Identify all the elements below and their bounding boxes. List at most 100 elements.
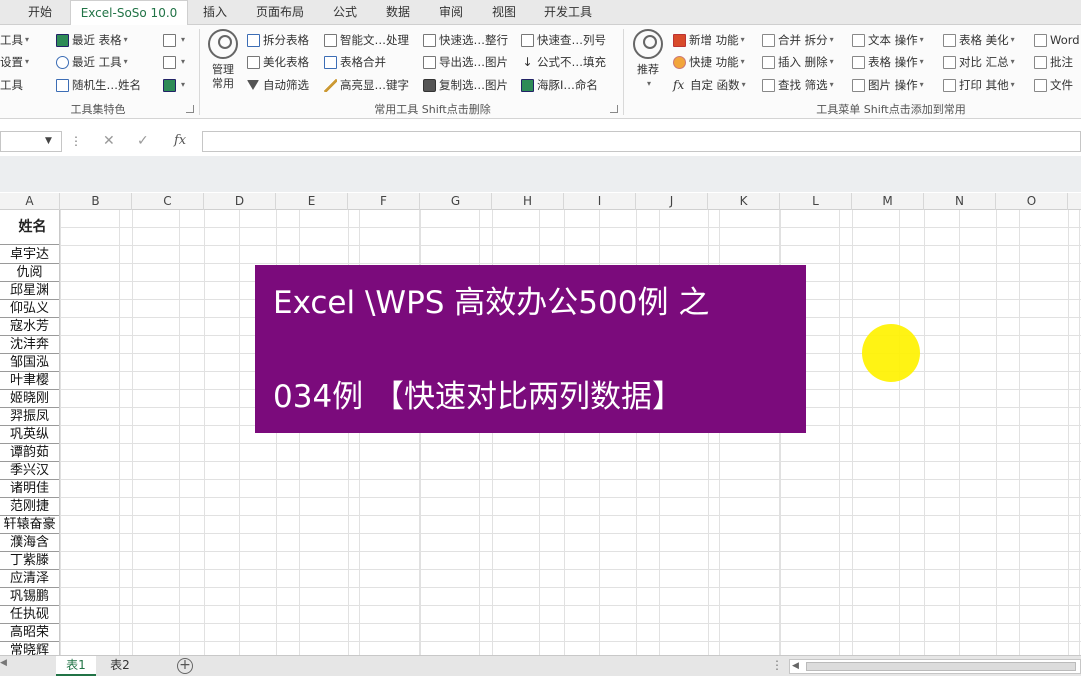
- ribbon-partial-3[interactable]: 工具: [0, 75, 23, 95]
- column-header[interactable]: L: [780, 193, 852, 210]
- horizontal-scrollbar[interactable]: ◀: [789, 659, 1081, 674]
- name-cell[interactable]: 应清泽: [0, 570, 59, 588]
- name-cell[interactable]: 沈沣奔: [0, 336, 59, 354]
- insert-function-icon[interactable]: fx: [174, 133, 186, 148]
- name-cell[interactable]: 仰弘义: [0, 300, 59, 318]
- more-icon[interactable]: ⋮: [70, 134, 82, 148]
- formula-input[interactable]: [202, 131, 1081, 152]
- column-header[interactable]: N: [924, 193, 996, 210]
- copy-image-button[interactable]: 复制选…图片: [423, 75, 508, 95]
- column-header[interactable]: I: [564, 193, 636, 210]
- column-header[interactable]: B: [60, 193, 132, 210]
- name-cell[interactable]: 常晓辉: [0, 642, 59, 655]
- column-header[interactable]: O: [996, 193, 1068, 210]
- name-cell[interactable]: 卓宇达: [0, 246, 59, 264]
- chevron-down-icon[interactable]: ▼: [45, 136, 52, 146]
- column-header[interactable]: F: [348, 193, 420, 210]
- tab-data[interactable]: 数据: [386, 0, 412, 25]
- column-header[interactable]: K: [708, 193, 780, 210]
- quick-select-row-button[interactable]: 快速选…整行: [423, 30, 508, 50]
- tab-formulas[interactable]: 公式: [333, 0, 359, 25]
- highlight-keyword-button[interactable]: 高亮显…键字: [324, 75, 409, 95]
- name-cell[interactable]: 巩英纵: [0, 426, 59, 444]
- recent-tools-button[interactable]: 最近 工具 ▾: [56, 52, 128, 72]
- ribbon-partial-1[interactable]: 工具 ▾: [0, 30, 29, 50]
- name-cell[interactable]: 姬晓刚: [0, 390, 59, 408]
- column-header[interactable]: H: [492, 193, 564, 210]
- name-cell[interactable]: 任执砚: [0, 606, 59, 624]
- quick-lookup-button[interactable]: 快速查…列号: [521, 30, 606, 50]
- group2-launcher-icon[interactable]: [610, 105, 618, 113]
- image-ops-button[interactable]: 图片 操作 ▾: [852, 75, 924, 95]
- name-cell[interactable]: 季兴汉: [0, 462, 59, 480]
- smart-text-button[interactable]: 智能文…处理: [324, 30, 409, 50]
- scroll-thumb[interactable]: [806, 662, 1076, 671]
- merge-split-button[interactable]: 合并 拆分 ▾: [762, 30, 834, 50]
- insert-delete-button[interactable]: 插入 删除 ▾: [762, 52, 834, 72]
- tab-excel-soso[interactable]: Excel-SoSo 10.0: [70, 0, 188, 26]
- print-other-button[interactable]: 打印 其他 ▾: [943, 75, 1015, 95]
- name-cell[interactable]: 濮海含: [0, 534, 59, 552]
- column-header[interactable]: E: [276, 193, 348, 210]
- tab-home[interactable]: 开始: [28, 0, 54, 25]
- name-cell[interactable]: 谭韵茹: [0, 444, 59, 462]
- name-cell[interactable]: 叶聿樱: [0, 372, 59, 390]
- name-box[interactable]: [0, 131, 62, 152]
- find-filter-button[interactable]: 查找 筛选 ▾: [762, 75, 834, 95]
- cancel-icon[interactable]: ✕: [103, 133, 115, 149]
- column-header[interactable]: J: [636, 193, 708, 210]
- name-cell[interactable]: 巩锡鹏: [0, 588, 59, 606]
- split-table-button[interactable]: 拆分表格: [247, 30, 309, 50]
- name-cell[interactable]: 邹国泓: [0, 354, 59, 372]
- name-header-cell[interactable]: 姓名: [0, 210, 59, 245]
- table-beautify-button[interactable]: 表格 美化 ▾: [943, 30, 1015, 50]
- sheet-nav-icon[interactable]: ◀: [0, 658, 10, 668]
- column-header[interactable]: C: [132, 193, 204, 210]
- tab-view[interactable]: 视图: [492, 0, 518, 25]
- name-cell[interactable]: 邱星渊: [0, 282, 59, 300]
- export-image-button[interactable]: 导出选…图片: [423, 52, 508, 72]
- ribbon-partial-2[interactable]: 设置 ▾: [0, 52, 29, 72]
- merge-table-button[interactable]: 表格合并: [324, 52, 386, 72]
- name-cell[interactable]: 丁紫滕: [0, 552, 59, 570]
- name-cell[interactable]: 范刚捷: [0, 498, 59, 516]
- tab-page-layout[interactable]: 页面布局: [256, 0, 306, 25]
- confirm-icon[interactable]: ✓: [137, 133, 149, 149]
- group1-extra-1[interactable]: ▾: [163, 30, 185, 50]
- sheet-tab-1[interactable]: 表1: [56, 656, 96, 676]
- more-icon[interactable]: ⋮: [771, 658, 783, 672]
- quick-feature-button[interactable]: 快捷 功能 ▾: [673, 52, 745, 72]
- manage-common-button[interactable]: 管理 常用: [205, 29, 241, 91]
- recent-table-button[interactable]: 最近 表格 ▾: [56, 30, 128, 50]
- table-ops-button[interactable]: 表格 操作 ▾: [852, 52, 924, 72]
- tab-insert[interactable]: 插入: [203, 0, 229, 25]
- group1-extra-3[interactable]: ▾: [163, 75, 185, 95]
- name-cell[interactable]: 高昭荣: [0, 624, 59, 642]
- file-button[interactable]: 文件: [1034, 75, 1073, 95]
- word-button[interactable]: Word: [1034, 30, 1080, 50]
- compare-summary-button[interactable]: 对比 汇总 ▾: [943, 52, 1015, 72]
- recommend-button[interactable]: 推荐 ▾: [630, 29, 666, 91]
- name-cell[interactable]: 仇阅: [0, 264, 59, 282]
- column-header[interactable]: D: [204, 193, 276, 210]
- formula-fill-button[interactable]: ↓ 公式不…填充: [521, 52, 606, 72]
- tab-review[interactable]: 审阅: [439, 0, 465, 25]
- sheet-tab-2[interactable]: 表2: [100, 656, 140, 676]
- name-cell[interactable]: 寇水芳: [0, 318, 59, 336]
- text-ops-button[interactable]: 文本 操作 ▾: [852, 30, 924, 50]
- random-name-button[interactable]: 随机生…姓名: [56, 75, 141, 95]
- custom-function-button[interactable]: fx 自定 函数 ▾: [673, 75, 746, 95]
- beautify-table-button[interactable]: 美化表格: [247, 52, 309, 72]
- group1-launcher-icon[interactable]: [186, 105, 194, 113]
- tab-developer[interactable]: 开发工具: [544, 0, 596, 25]
- dolphin-rename-button[interactable]: 海豚I…命名: [521, 75, 598, 95]
- comment-button[interactable]: 批注: [1034, 52, 1073, 72]
- scroll-left-icon[interactable]: ◀: [792, 661, 799, 671]
- column-header[interactable]: A: [0, 193, 60, 210]
- name-cell[interactable]: 诸明佳: [0, 480, 59, 498]
- add-sheet-icon[interactable]: +: [177, 658, 193, 674]
- name-cell[interactable]: 轩辕奋豪: [0, 516, 59, 534]
- name-cell[interactable]: 羿振凤: [0, 408, 59, 426]
- column-header[interactable]: M: [852, 193, 924, 210]
- group1-extra-2[interactable]: ▾: [163, 52, 185, 72]
